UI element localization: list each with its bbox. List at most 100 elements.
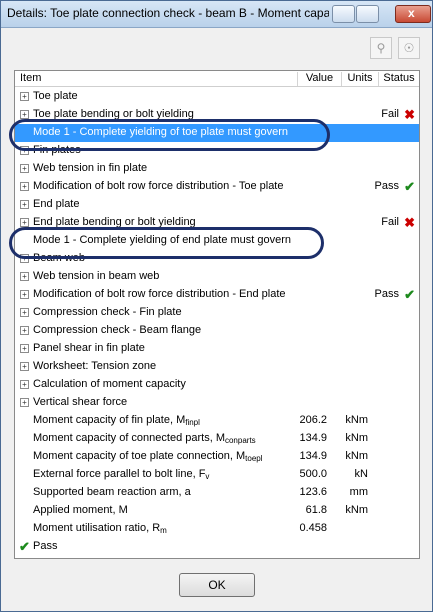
column-value[interactable]: Value xyxy=(298,72,342,86)
expand-icon[interactable]: + xyxy=(20,344,29,353)
minimize-button[interactable] xyxy=(332,5,355,23)
ok-button[interactable]: OK xyxy=(179,573,255,597)
list-item[interactable]: + Web tension in fin plate xyxy=(15,160,419,178)
item-label-text: Moment capacity of fin plate, M xyxy=(33,414,186,426)
item-label-text: Toe plate xyxy=(33,90,78,102)
column-item[interactable]: Item xyxy=(15,72,298,86)
fail-x-icon: ✖ xyxy=(404,215,415,230)
column-units[interactable]: Units xyxy=(342,72,379,86)
pin-button[interactable]: ☉ xyxy=(398,37,420,59)
item-label: Pass xyxy=(33,540,57,552)
item-value: 61.8 xyxy=(305,504,327,516)
item-label: Mode 1 - Complete yielding of toe plate … xyxy=(33,126,288,138)
check-icon: ✔ xyxy=(404,287,415,302)
item-unit: kNm xyxy=(345,504,368,516)
list-item[interactable]: + Modification of bolt row force distribu… xyxy=(15,286,419,304)
item-label-text: Moment utilisation ratio, R xyxy=(33,522,161,534)
expand-icon[interactable]: + xyxy=(20,308,29,317)
item-label: Moment capacity of fin plate, Mfinpl xyxy=(33,414,200,427)
item-label-text: Beam web xyxy=(33,252,85,264)
list-item[interactable]: + Calculation of moment capacity xyxy=(15,376,419,394)
close-icon: x xyxy=(408,6,415,20)
item-value: 123.6 xyxy=(299,486,327,498)
list-item[interactable]: Moment capacity of connected parts, Mcon… xyxy=(15,430,419,448)
item-status: Pass xyxy=(374,180,399,192)
fail-x-icon: ✖ xyxy=(404,107,415,122)
item-label-text: Web tension in fin plate xyxy=(33,162,148,174)
list-item[interactable]: + Compression check - Beam flange xyxy=(15,322,419,340)
list-item[interactable]: + Beam web xyxy=(15,250,419,268)
magnifier-icon: ⚲ xyxy=(376,41,386,55)
list-item[interactable]: + Toe plate bending or bolt yielding Fail ✖ xyxy=(15,106,419,124)
item-label: Web tension in fin plate xyxy=(33,162,147,174)
expand-icon[interactable]: + xyxy=(20,110,29,119)
item-label-text: Supported beam reaction arm, a xyxy=(33,486,191,498)
column-status[interactable]: Status xyxy=(379,72,419,86)
list-item[interactable]: Mode 1 - Complete yielding of end plate … xyxy=(15,232,419,250)
item-label: End plate bending or bolt yielding xyxy=(33,216,196,228)
list-item[interactable]: + Toe plate xyxy=(15,88,419,106)
item-unit: mm xyxy=(349,486,368,498)
item-unit: kNm xyxy=(345,432,368,444)
expand-icon[interactable]: + xyxy=(20,362,29,371)
item-label: Web tension in beam web xyxy=(33,270,159,282)
maximize-button[interactable] xyxy=(356,5,379,23)
item-label-text: Calculation of moment capacity xyxy=(33,378,186,390)
close-button[interactable]: x xyxy=(395,5,431,23)
list-item[interactable]: Supported beam reaction arm, a 123.6 mm xyxy=(15,484,419,502)
expand-icon[interactable]: + xyxy=(20,380,29,389)
item-label-text: Moment capacity of toe plate connection,… xyxy=(33,450,246,462)
list-item[interactable]: + Panel shear in fin plate xyxy=(15,340,419,358)
list-item[interactable]: + Modification of bolt row force distribu… xyxy=(15,178,419,196)
list-item[interactable]: Moment capacity of fin plate, Mfinpl 206.… xyxy=(15,412,419,430)
list-item[interactable]: Mode 1 - Complete yielding of toe plate … xyxy=(15,124,419,142)
expand-icon[interactable]: + xyxy=(20,272,29,281)
list-item[interactable]: + Compression check - Fin plate xyxy=(15,304,419,322)
details-list[interactable]: Item Value Units Status + Toe plate + Toe p… xyxy=(14,70,420,559)
list-item[interactable]: + End plate bending or bolt yielding Fail ✖ xyxy=(15,214,419,232)
item-status: Fail xyxy=(381,216,399,228)
expand-icon[interactable]: + xyxy=(20,164,29,173)
expand-icon[interactable]: + xyxy=(20,218,29,227)
list-item[interactable]: + Web tension in beam web xyxy=(15,268,419,286)
expand-icon[interactable]: + xyxy=(20,398,29,407)
item-unit: kNm xyxy=(345,414,368,426)
item-label: Moment capacity of connected parts, Mcon… xyxy=(33,432,256,445)
search-button[interactable]: ⚲ xyxy=(370,37,392,59)
list-item[interactable]: + Worksheet: Tension zone xyxy=(15,358,419,376)
item-label-text: Compression check - Beam flange xyxy=(33,324,202,336)
list-item[interactable]: + Fin plates xyxy=(15,142,419,160)
list-item[interactable]: + Vertical shear force xyxy=(15,394,419,412)
item-label-subscript: conparts xyxy=(224,436,256,445)
list-item[interactable]: External force parallel to bolt line, Fv… xyxy=(15,466,419,484)
expand-icon[interactable]: + xyxy=(20,182,29,191)
expand-icon[interactable]: + xyxy=(20,200,29,209)
item-status: Fail xyxy=(381,108,399,120)
item-label: Moment utilisation ratio, Rm xyxy=(33,522,167,535)
item-label: External force parallel to bolt line, Fv xyxy=(33,468,209,481)
expand-icon[interactable]: + xyxy=(20,254,29,263)
list-item[interactable]: Applied moment, M 61.8 kNm xyxy=(15,502,419,520)
check-icon: ✔ xyxy=(19,539,30,554)
item-label-text: Fin plates xyxy=(33,144,81,156)
list-item[interactable]: ✔ Pass xyxy=(15,538,419,556)
item-label-subscript: finpl xyxy=(185,418,200,427)
window-title: Details: Toe plate connection check - be… xyxy=(7,6,329,20)
item-value: 134.9 xyxy=(299,432,327,444)
expand-icon[interactable]: + xyxy=(20,146,29,155)
item-label: Compression check - Beam flange xyxy=(33,324,201,336)
item-value: 206.2 xyxy=(299,414,327,426)
expand-icon[interactable]: + xyxy=(20,92,29,101)
item-value: 0.458 xyxy=(299,522,327,534)
title-bar[interactable]: Details: Toe plate connection check - be… xyxy=(1,1,432,28)
expand-icon[interactable]: + xyxy=(20,326,29,335)
list-item[interactable]: Moment utilisation ratio, Rm 0.458 xyxy=(15,520,419,538)
list-item[interactable]: + End plate xyxy=(15,196,419,214)
details-window: Details: Toe plate connection check - be… xyxy=(0,0,433,612)
list-item[interactable]: Moment capacity of toe plate connection,… xyxy=(15,448,419,466)
item-label-text: End plate bending or bolt yielding xyxy=(33,216,196,228)
expand-icon[interactable]: + xyxy=(20,290,29,299)
check-icon: ✔ xyxy=(404,179,415,194)
item-label: Calculation of moment capacity xyxy=(33,378,186,390)
item-label: Modification of bolt row force distribut… xyxy=(33,288,286,300)
